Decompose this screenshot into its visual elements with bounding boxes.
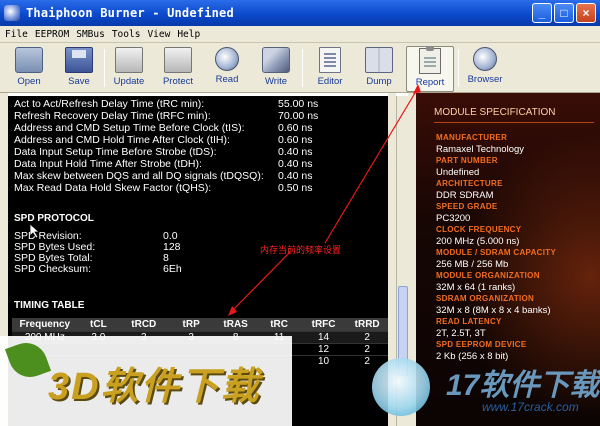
arrow-head-icon xyxy=(413,84,421,94)
watermark-url: www.17crack.com xyxy=(482,400,579,414)
annotation-text: 内存当前的频率设置 xyxy=(260,245,342,255)
watermark-right-text: 17软件下载 xyxy=(446,369,600,402)
watermark-left-text: 3D软件下载 xyxy=(48,366,261,408)
dragon-logo-icon xyxy=(372,358,430,416)
annotation-arrow-to-table xyxy=(229,251,291,314)
annotation-arrow-to-report xyxy=(324,87,419,244)
